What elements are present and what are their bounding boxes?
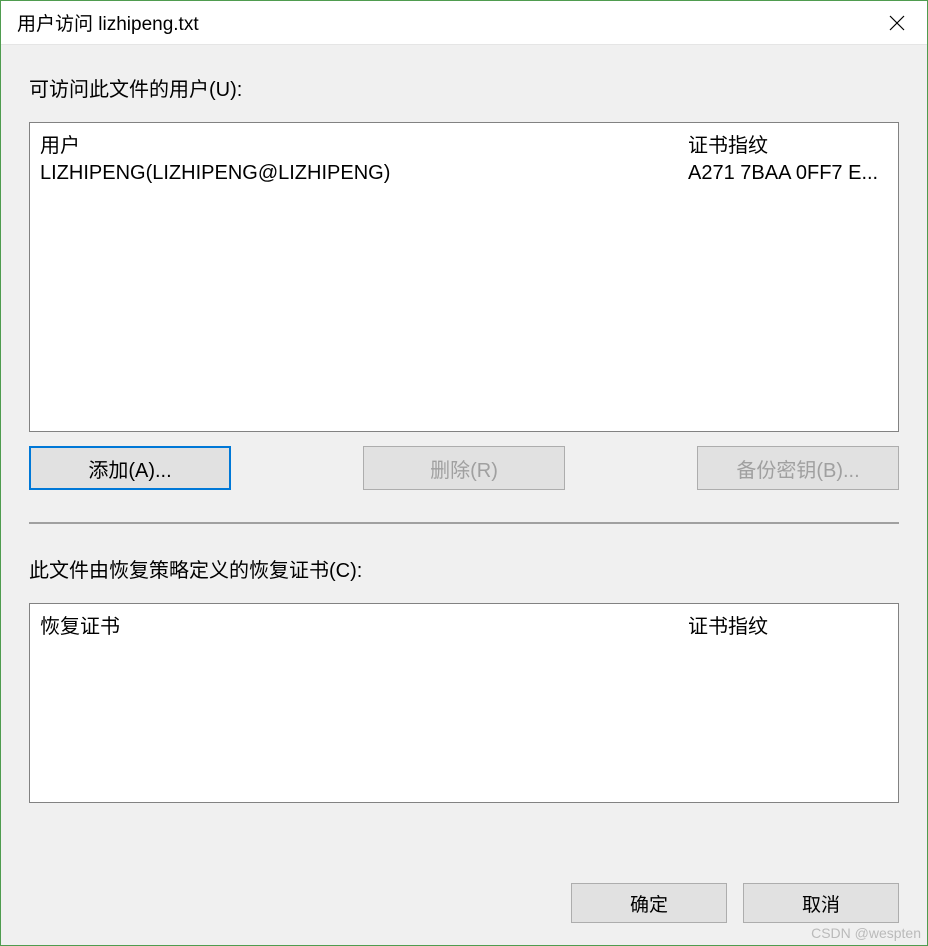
divider: [29, 522, 899, 524]
thumbprint-cell: A271 7BAA 0FF7 E...: [688, 162, 890, 185]
recovery-list-header: 恢复证书 证书指纹: [30, 604, 898, 641]
cancel-button[interactable]: 取消: [743, 883, 899, 923]
remove-button[interactable]: 删除(R): [363, 446, 565, 490]
users-listbox[interactable]: 用户 证书指纹 LIZHIPENG(LIZHIPENG@LIZHIPENG) A…: [29, 122, 899, 432]
watermark: CSDN @wespten: [811, 925, 921, 941]
table-row[interactable]: LIZHIPENG(LIZHIPENG@LIZHIPENG) A271 7BAA…: [30, 160, 898, 187]
dialog-button-row: 确定 取消: [571, 883, 899, 923]
users-section-label: 可访问此文件的用户(U):: [29, 73, 899, 102]
close-icon: [889, 15, 905, 31]
users-button-row: 添加(A)... 删除(R) 备份密钥(B)...: [29, 446, 899, 490]
add-button[interactable]: 添加(A)...: [29, 446, 231, 490]
users-col-user[interactable]: 用户: [40, 129, 688, 158]
recovery-col-cert[interactable]: 恢复证书: [40, 610, 688, 639]
dialog-window: 用户访问 lizhipeng.txt 可访问此文件的用户(U): 用户 证书指纹…: [0, 0, 928, 946]
recovery-col-thumbprint[interactable]: 证书指纹: [688, 610, 890, 639]
recovery-section-label: 此文件由恢复策略定义的恢复证书(C):: [29, 554, 899, 583]
ok-button[interactable]: 确定: [571, 883, 727, 923]
users-col-thumbprint[interactable]: 证书指纹: [688, 129, 890, 158]
titlebar: 用户访问 lizhipeng.txt: [1, 1, 927, 45]
users-list-header: 用户 证书指纹: [30, 123, 898, 160]
recovery-listbox[interactable]: 恢复证书 证书指纹: [29, 603, 899, 803]
window-title: 用户访问 lizhipeng.txt: [17, 9, 199, 36]
close-button[interactable]: [867, 1, 927, 45]
user-cell: LIZHIPENG(LIZHIPENG@LIZHIPENG): [40, 162, 688, 185]
backup-key-button[interactable]: 备份密钥(B)...: [697, 446, 899, 490]
dialog-content: 可访问此文件的用户(U): 用户 证书指纹 LIZHIPENG(LIZHIPEN…: [1, 45, 927, 945]
